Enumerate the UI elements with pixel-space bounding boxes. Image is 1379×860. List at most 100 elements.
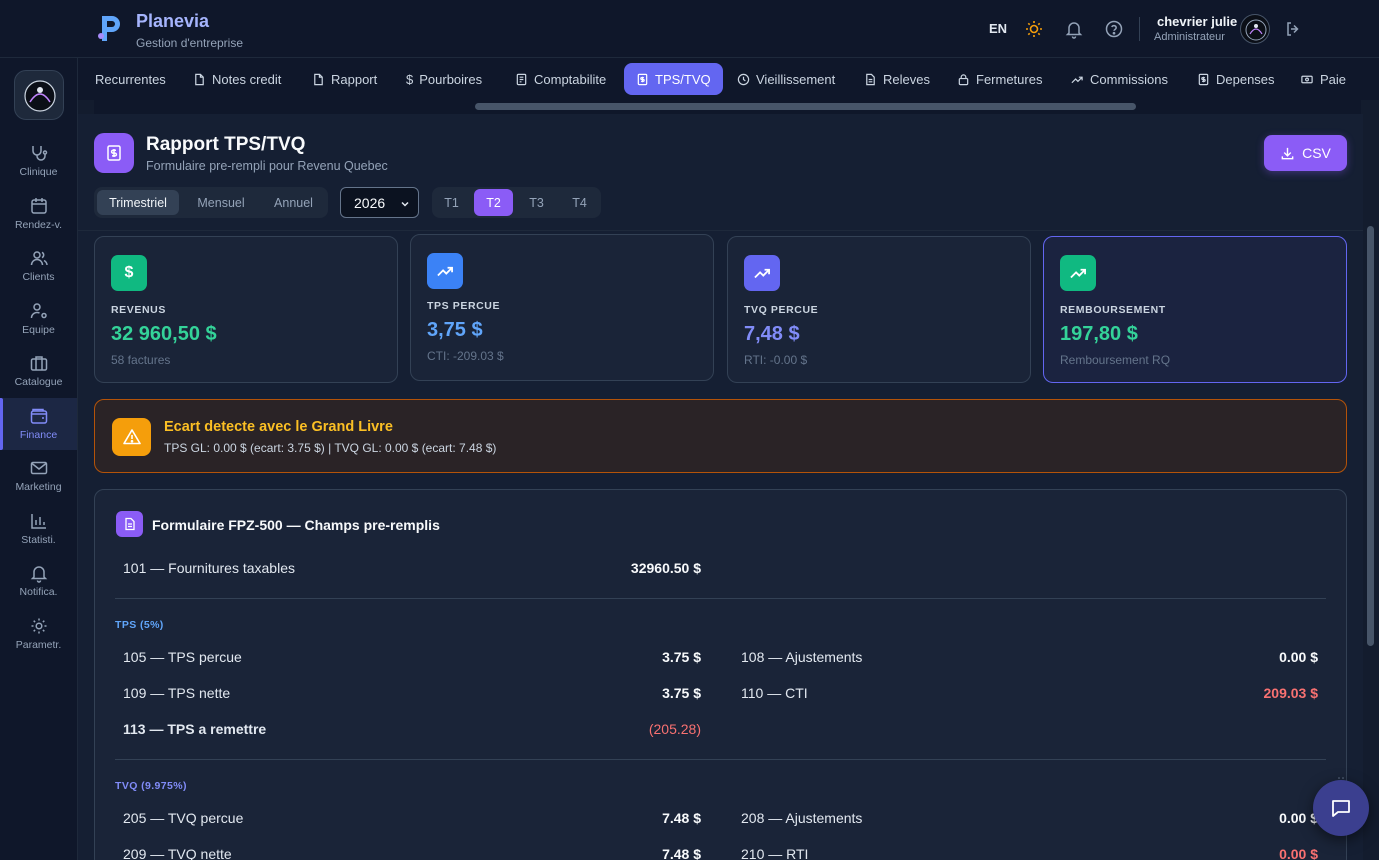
help-icon[interactable]: [1104, 19, 1124, 39]
receipt-icon: [1198, 73, 1209, 85]
header-separator: [78, 230, 1363, 231]
tab-label: Recurrentes: [95, 71, 166, 87]
tab-label: Vieillissement: [756, 71, 836, 87]
chat-button[interactable]: [1313, 780, 1369, 836]
line-205-value: 7.48 $: [662, 810, 701, 826]
line-210-value: 0.00 $: [1279, 846, 1318, 860]
sidebar-item-rendez-vous[interactable]: Rendez-v.: [0, 196, 77, 246]
tab-tps-tvq[interactable]: TPS/TVQ: [624, 63, 723, 95]
gear-icon: [31, 618, 46, 634]
active-indicator: [0, 398, 3, 450]
zen-logo-icon: [24, 80, 56, 112]
card-icon-box: $: [111, 255, 147, 291]
period-annuel[interactable]: Annuel: [262, 190, 325, 215]
tab-vieillissement[interactable]: Vieillissement: [729, 63, 843, 95]
sun-icon[interactable]: [1024, 19, 1044, 39]
line-208-label: 208 — Ajustements: [741, 810, 863, 826]
tab-commissions[interactable]: Commissions: [1062, 63, 1176, 95]
brand-name: Planevia: [136, 11, 210, 31]
line-110-value: 209.03 $: [1263, 685, 1319, 701]
sidebar-item-clinique[interactable]: Clinique: [0, 143, 77, 193]
quarter-t2[interactable]: T2: [474, 189, 513, 216]
tab-rapport[interactable]: Rapport: [304, 63, 385, 95]
card-note: RTI: -0.00 $: [744, 353, 808, 367]
tab-fermetures[interactable]: Fermetures: [949, 63, 1050, 95]
banknote-icon: [1301, 75, 1313, 83]
sidebar-item-finance[interactable]: Finance: [0, 398, 77, 450]
sidebar-logo[interactable]: [14, 70, 64, 120]
line-101-label: 101 — Fournitures taxables: [123, 560, 295, 576]
sidebar-item-label: Notifica.: [19, 586, 58, 598]
line-209-label: 209 — TVQ nette: [123, 846, 232, 860]
year-select[interactable]: 2026: [340, 187, 419, 218]
line-209-value: 7.48 $: [662, 846, 701, 860]
card-note: 58 factures: [111, 353, 171, 367]
bell-icon: [30, 566, 47, 583]
sidebar-item-label: Marketing: [15, 481, 62, 493]
line-208-value: 0.00 $: [1279, 810, 1318, 826]
user-role: Administrateur: [1154, 31, 1225, 43]
sidebar-item-label: Statisti.: [21, 534, 56, 546]
tab-notes-credit[interactable]: Notes credit: [185, 63, 289, 95]
user-name: chevrier julie: [1157, 14, 1238, 29]
tab-comptabilite[interactable]: Comptabilite: [507, 63, 614, 95]
tab-recurrentes[interactable]: Recurrentes: [87, 63, 174, 95]
download-icon: [1281, 147, 1294, 159]
sidebar-item-notifications[interactable]: Notifica.: [0, 563, 77, 613]
csv-export-button[interactable]: CSV: [1264, 135, 1347, 171]
card-icon-box: [1060, 255, 1096, 291]
calendar-icon: [30, 198, 47, 214]
quarter-t3[interactable]: T3: [517, 189, 556, 216]
card-label: TVQ PERCUE: [744, 304, 819, 316]
period-trimestriel[interactable]: Trimestriel: [97, 190, 179, 215]
card-note: Remboursement RQ: [1060, 353, 1171, 367]
dollar-icon: $: [124, 264, 134, 281]
logout-icon[interactable]: [1283, 19, 1303, 39]
finance-tab-bar: Recurrentes Notes credit Rapport $ Pourb…: [78, 58, 1379, 100]
page-scrollbar-thumb[interactable]: [1367, 226, 1374, 646]
file-text-icon: [866, 73, 875, 85]
trending-up-icon: [1071, 76, 1083, 83]
ledger-icon: [516, 73, 527, 85]
stat-card-tvq: TVQ PERCUE 7,48 $ RTI: -0.00 $: [727, 236, 1031, 383]
stethoscope-icon: [31, 146, 47, 161]
line-109-label: 109 — TPS nette: [123, 685, 231, 701]
sidebar-item-clients[interactable]: Clients: [0, 248, 77, 298]
quarter-t1[interactable]: T1: [432, 189, 471, 216]
sidebar-item-label: Rendez-v.: [14, 219, 63, 231]
avatar[interactable]: [1240, 14, 1270, 44]
dollar-icon: $: [406, 71, 414, 87]
sidebar-item-catalogue[interactable]: Catalogue: [0, 353, 77, 403]
card-value: 197,80 $: [1060, 323, 1138, 345]
sidebar-item-parametres[interactable]: Parametr.: [0, 616, 77, 666]
tab-depenses[interactable]: Depenses: [1189, 63, 1283, 95]
tab-releves[interactable]: Releves: [856, 63, 938, 95]
quarter-t4[interactable]: T4: [560, 189, 599, 216]
line-105-label: 105 — TPS percue: [123, 649, 242, 665]
chevron-down-icon: [401, 201, 409, 207]
alert-text: TPS GL: 0.00 $ (ecart: 3.75 $) | TVQ GL:…: [164, 441, 497, 455]
period-mensuel[interactable]: Mensuel: [185, 190, 257, 215]
card-label: TPS PERCUE: [427, 300, 501, 312]
receipt-icon: [107, 145, 121, 161]
line-109-value: 3.75 $: [662, 685, 701, 701]
line-108-label: 108 — Ajustements: [741, 649, 863, 665]
sidebar-item-statistiques[interactable]: Statisti.: [0, 511, 77, 561]
line-113-label: 113 — TPS a remettre: [123, 721, 267, 737]
language-toggle[interactable]: EN: [989, 21, 1007, 36]
tab-paie[interactable]: Paie: [1292, 63, 1354, 95]
tab-label: Depenses: [1216, 71, 1275, 87]
card-label: REVENUS: [111, 304, 166, 316]
tab-label: Paie: [1320, 71, 1347, 87]
sidebar-item-equipe[interactable]: Equipe: [0, 301, 77, 351]
form-divider: [115, 598, 1326, 599]
form-icon-box: [116, 511, 143, 537]
brand-subtitle: Gestion d'entreprise: [136, 36, 244, 50]
page-subtitle: Formulaire pre-rempli pour Revenu Quebec: [146, 159, 388, 173]
tab-pourboires[interactable]: $ Pourboires: [398, 63, 490, 95]
sidebar-item-marketing[interactable]: Marketing: [0, 458, 77, 508]
tab-scrollbar-thumb[interactable]: [475, 103, 1136, 110]
bell-icon[interactable]: [1064, 19, 1084, 39]
tab-label: Commissions: [1090, 71, 1169, 87]
ledger-discrepancy-alert: Ecart detecte avec le Grand Livre TPS GL…: [94, 399, 1347, 473]
